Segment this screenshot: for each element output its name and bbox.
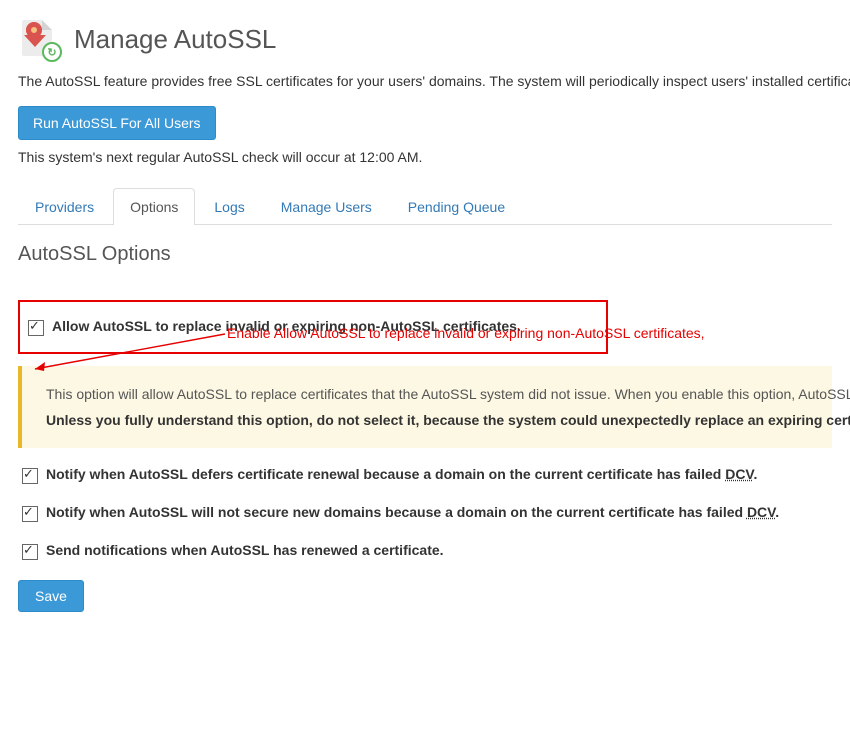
tab-options[interactable]: Options	[113, 188, 195, 225]
checkbox-notify-nosecure-label: Notify when AutoSSL will not secure new …	[46, 504, 779, 520]
replace-cert-info-box: This option will allow AutoSSL to replac…	[18, 366, 832, 448]
info-warning: Unless you fully understand this option,…	[46, 412, 818, 428]
schedule-text: This system's next regular AutoSSL check…	[18, 146, 832, 170]
section-title: AutoSSL Options	[18, 243, 832, 266]
checkbox-notify-defer-label: Notify when AutoSSL defers certificate r…	[46, 466, 757, 482]
autossl-app-icon: ↻	[18, 18, 60, 60]
page-description: The AutoSSL feature provides free SSL ce…	[18, 70, 832, 94]
save-button[interactable]: Save	[18, 580, 84, 612]
dcv-abbrev: DCV	[725, 466, 753, 482]
info-text: This option will allow AutoSSL to replac…	[46, 386, 818, 402]
refresh-badge-icon: ↻	[42, 42, 62, 62]
checkbox-notify-nosecure[interactable]	[22, 506, 38, 522]
checkbox-notify-renewed-label: Send notifications when AutoSSL has rene…	[46, 542, 444, 558]
tab-manage-users[interactable]: Manage Users	[264, 188, 389, 225]
checkbox-replace-cert-label: Allow AutoSSL to replace invalid or expi…	[52, 318, 521, 334]
dcv-abbrev: DCV	[747, 504, 775, 520]
tab-bar: Providers Options Logs Manage Users Pend…	[18, 188, 832, 225]
checkbox-notify-renewed[interactable]	[22, 544, 38, 560]
checkbox-replace-cert[interactable]	[28, 320, 44, 336]
run-autossl-all-button[interactable]: Run AutoSSL For All Users	[18, 106, 216, 140]
tab-logs[interactable]: Logs	[197, 188, 261, 225]
page-title: Manage AutoSSL	[74, 24, 276, 55]
highlighted-option-box: Allow AutoSSL to replace invalid or expi…	[18, 300, 608, 354]
checkbox-notify-defer[interactable]	[22, 468, 38, 484]
tab-pending-queue[interactable]: Pending Queue	[391, 188, 522, 225]
tab-providers[interactable]: Providers	[18, 188, 111, 225]
